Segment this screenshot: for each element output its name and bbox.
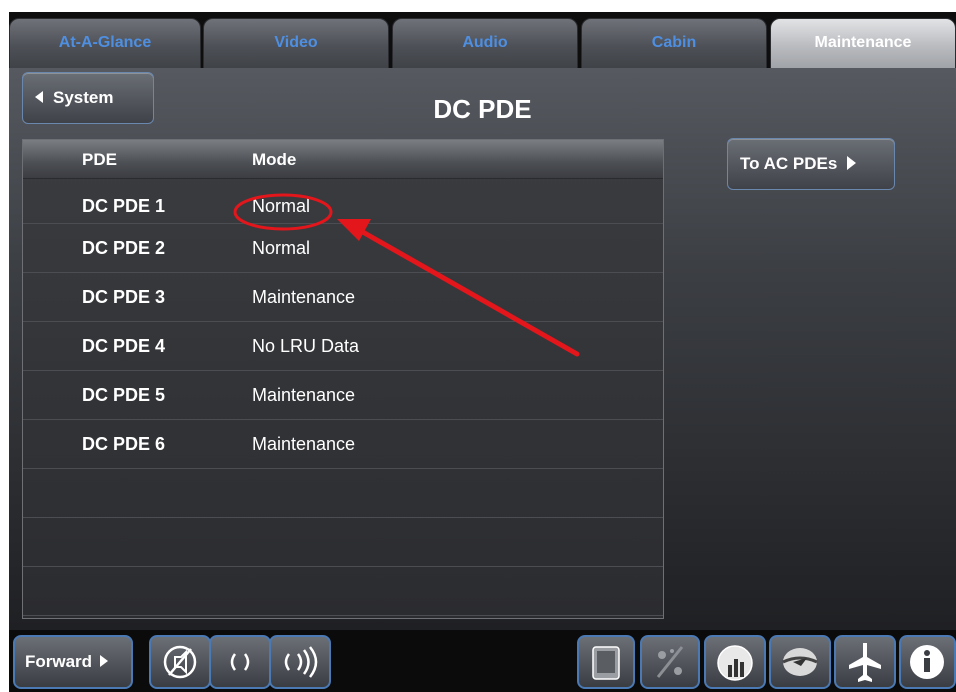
to-ac-pdes-label: To AC PDEs [740,154,838,173]
page-title: DC PDE [433,94,532,124]
moving-map-icon [782,648,818,676]
empty-row [23,518,663,567]
info-icon [910,645,944,679]
column-header-mode: Mode [252,150,297,169]
table-header: PDE Mode [23,140,663,179]
info-button[interactable] [899,635,956,689]
table-row[interactable]: DC PDE 4 No LRU Data [23,322,663,371]
mute-icon [163,645,197,679]
column-header-pde: PDE [82,150,117,169]
zone-forward-button[interactable]: Forward [13,635,133,689]
pde-mode: No LRU Data [252,336,360,356]
tab-audio[interactable]: Audio [392,18,578,70]
pde-name: DC PDE 5 [82,385,166,405]
to-ac-pdes-button[interactable]: To AC PDEs [727,138,895,190]
table-row[interactable]: DC PDE 1 Normal [23,179,663,224]
volume-low-icon [230,653,250,671]
tab-video[interactable]: Video [203,18,389,70]
chevron-right-icon [847,155,857,170]
chevron-right-icon [100,654,109,667]
table-row[interactable]: DC PDE 6 Maintenance [23,420,663,469]
stats-globe-icon [717,645,753,681]
bottom-bar: Forward [9,630,956,692]
mute-button[interactable] [149,635,211,689]
aircraft-button[interactable] [834,635,896,689]
app-frame: At-A-Glance Video Audio Cabin Maintenanc… [9,12,956,692]
volume-high-icon [284,646,318,678]
table-row[interactable]: DC PDE 5 Maintenance [23,371,663,420]
moving-map-button[interactable] [769,635,831,689]
pde-table: PDE Mode DC PDE 1 Normal DC PDE 2 Normal D… [22,139,664,619]
pde-mode: Maintenance [252,287,356,307]
weather-icon [656,646,684,678]
pde-name: DC PDE 3 [82,287,166,307]
empty-row [23,469,663,518]
pde-name: DC PDE 1 [82,196,166,216]
pde-mode: Maintenance [252,434,356,454]
volume-up-button[interactable] [269,635,331,689]
tab-cabin[interactable]: Cabin [581,18,767,70]
pde-mode: Maintenance [252,385,356,405]
media-player-button[interactable] [577,635,635,689]
table-row[interactable]: DC PDE 2 Normal [23,224,663,273]
pde-name: DC PDE 4 [82,336,166,356]
weather-button[interactable] [640,635,700,689]
empty-row [23,567,663,616]
table-row[interactable]: DC PDE 3 Maintenance [23,273,663,322]
aircraft-icon [849,643,881,682]
flight-info-button[interactable] [704,635,766,689]
tablet-icon [592,646,620,680]
pde-mode: Normal [252,196,311,216]
volume-down-button[interactable] [209,635,271,689]
pde-mode: Normal [252,238,311,258]
tab-maintenance[interactable]: Maintenance [770,18,956,70]
tab-at-a-glance[interactable]: At-A-Glance [9,18,201,70]
pde-name: DC PDE 2 [82,238,166,258]
zone-label: Forward [25,652,93,671]
pde-name: DC PDE 6 [82,434,166,454]
